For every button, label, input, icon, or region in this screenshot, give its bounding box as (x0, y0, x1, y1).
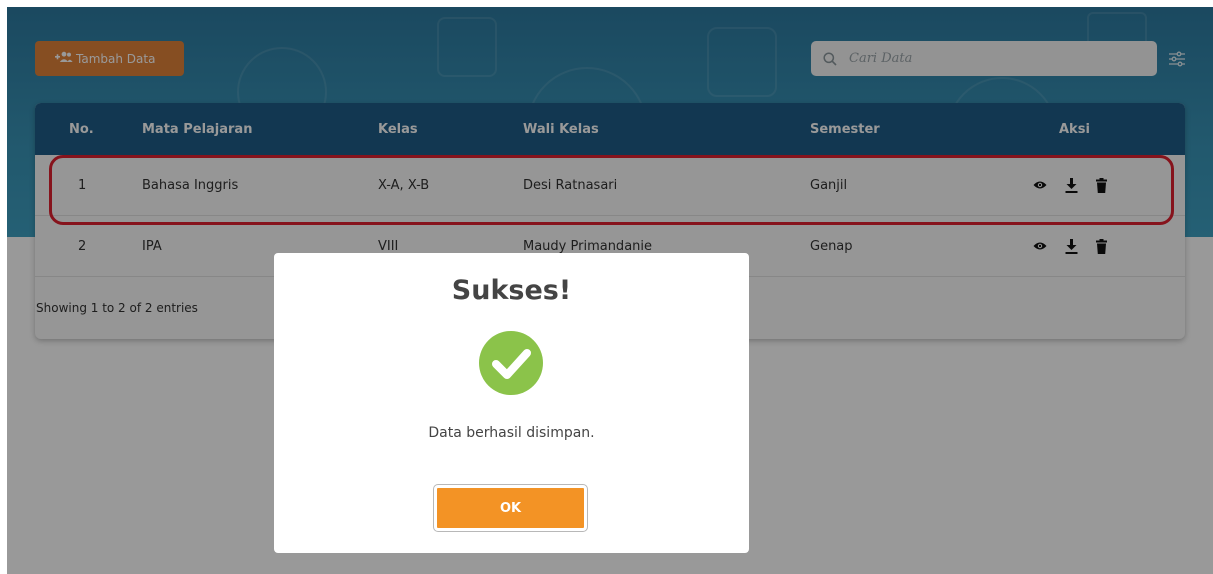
page: Tambah Data No. Mata Pelajaran Kelas Wal… (7, 7, 1213, 574)
modal-message: Data berhasil disimpan. (428, 425, 595, 441)
ok-button[interactable]: OK (434, 485, 587, 531)
check-circle-icon (479, 331, 543, 395)
modal-title: Sukses! (451, 275, 572, 306)
success-modal: Sukses! Data berhasil disimpan. OK (274, 253, 749, 553)
